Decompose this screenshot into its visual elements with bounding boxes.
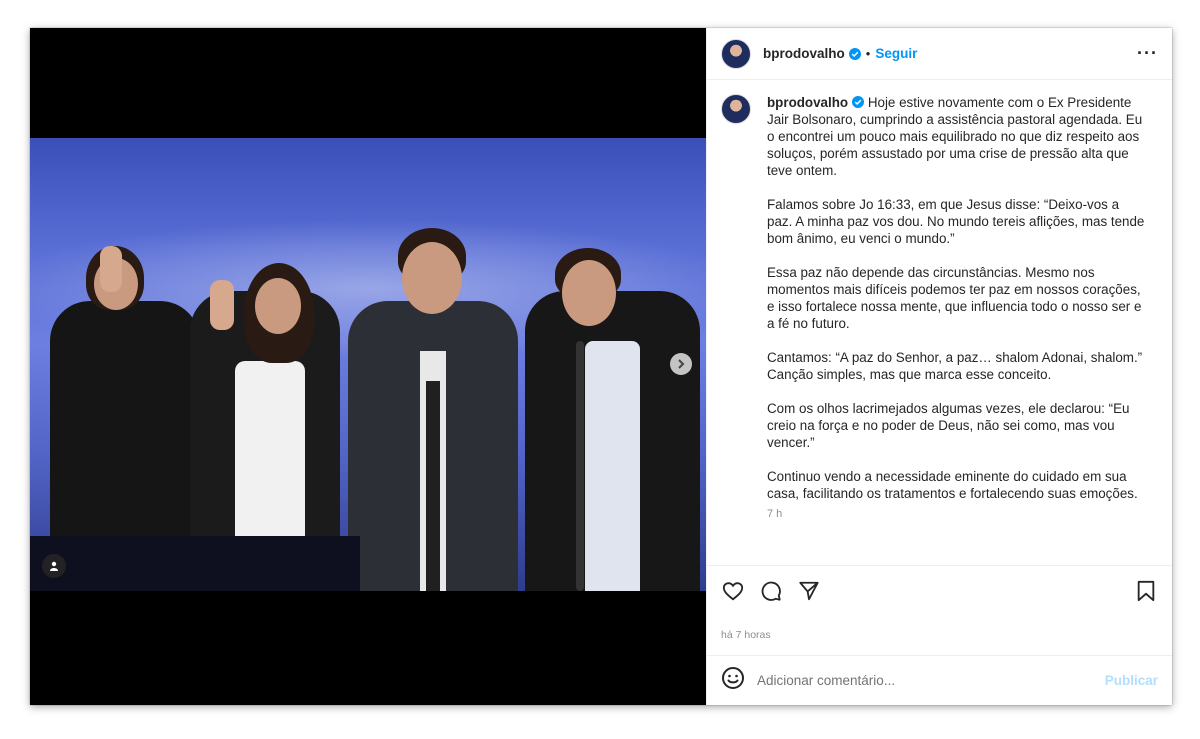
caption-paragraph-6: Continuo vendo a necessidade eminente do…	[767, 469, 1138, 501]
caption-username[interactable]: bprodovalho	[767, 95, 848, 110]
username[interactable]: bprodovalho	[763, 46, 845, 61]
caption-paragraph-3: Essa paz não depende das circunstâncias.…	[767, 265, 1142, 331]
comment-input[interactable]	[757, 673, 1105, 688]
user-tag-icon[interactable]	[42, 554, 66, 578]
bookmark-icon	[1137, 580, 1155, 601]
comment-button[interactable]	[759, 579, 783, 603]
caption-paragraph-5: Com os olhos lacrimejados algumas vezes,…	[767, 401, 1130, 450]
separator-dot: •	[865, 46, 871, 61]
next-photo-button[interactable]	[670, 353, 692, 375]
verified-badge-icon	[852, 96, 865, 108]
follow-button[interactable]: Seguir	[875, 46, 917, 61]
caption-avatar[interactable]	[721, 94, 751, 124]
caption-paragraph-2: Falamos sobre Jo 16:33, em que Jesus dis…	[767, 197, 1145, 246]
comment-icon	[761, 581, 781, 601]
caption-paragraph-4: Cantamos: “A paz do Senhor, a paz… shalo…	[767, 350, 1143, 382]
post-media	[30, 28, 706, 705]
save-button[interactable]	[1134, 579, 1158, 603]
caption-area: bprodovalho Hoje estive novamente com o …	[707, 80, 1172, 565]
avatar[interactable]	[721, 38, 751, 69]
heart-icon	[722, 581, 744, 600]
like-button[interactable]	[721, 579, 745, 603]
emoji-icon	[722, 667, 744, 689]
send-icon	[799, 581, 819, 600]
post-photo	[30, 138, 706, 591]
action-bar	[707, 565, 1172, 615]
verified-badge-icon	[848, 47, 861, 60]
caption: bprodovalho Hoje estive novamente com o …	[721, 94, 1158, 523]
caption-timestamp[interactable]: 7 h	[767, 506, 1147, 523]
caption-paragraph-1: bprodovalho Hoje estive novamente com o …	[767, 94, 1147, 179]
publish-button[interactable]: Publicar	[1105, 673, 1158, 688]
post-header: bprodovalho • Seguir ···	[707, 28, 1172, 80]
emoji-button[interactable]	[721, 666, 745, 695]
caption-body: bprodovalho Hoje estive novamente com o …	[767, 94, 1147, 523]
comment-form: Publicar	[707, 655, 1172, 705]
post-modal: bprodovalho • Seguir ··· bprodovalho Hoj…	[30, 28, 1172, 705]
post-sidebar: bprodovalho • Seguir ··· bprodovalho Hoj…	[706, 28, 1172, 705]
share-button[interactable]	[797, 579, 821, 603]
more-options-button[interactable]: ···	[1137, 43, 1158, 64]
post-timestamp[interactable]: há 7 horas	[707, 615, 1172, 655]
chevron-right-icon	[678, 359, 685, 369]
